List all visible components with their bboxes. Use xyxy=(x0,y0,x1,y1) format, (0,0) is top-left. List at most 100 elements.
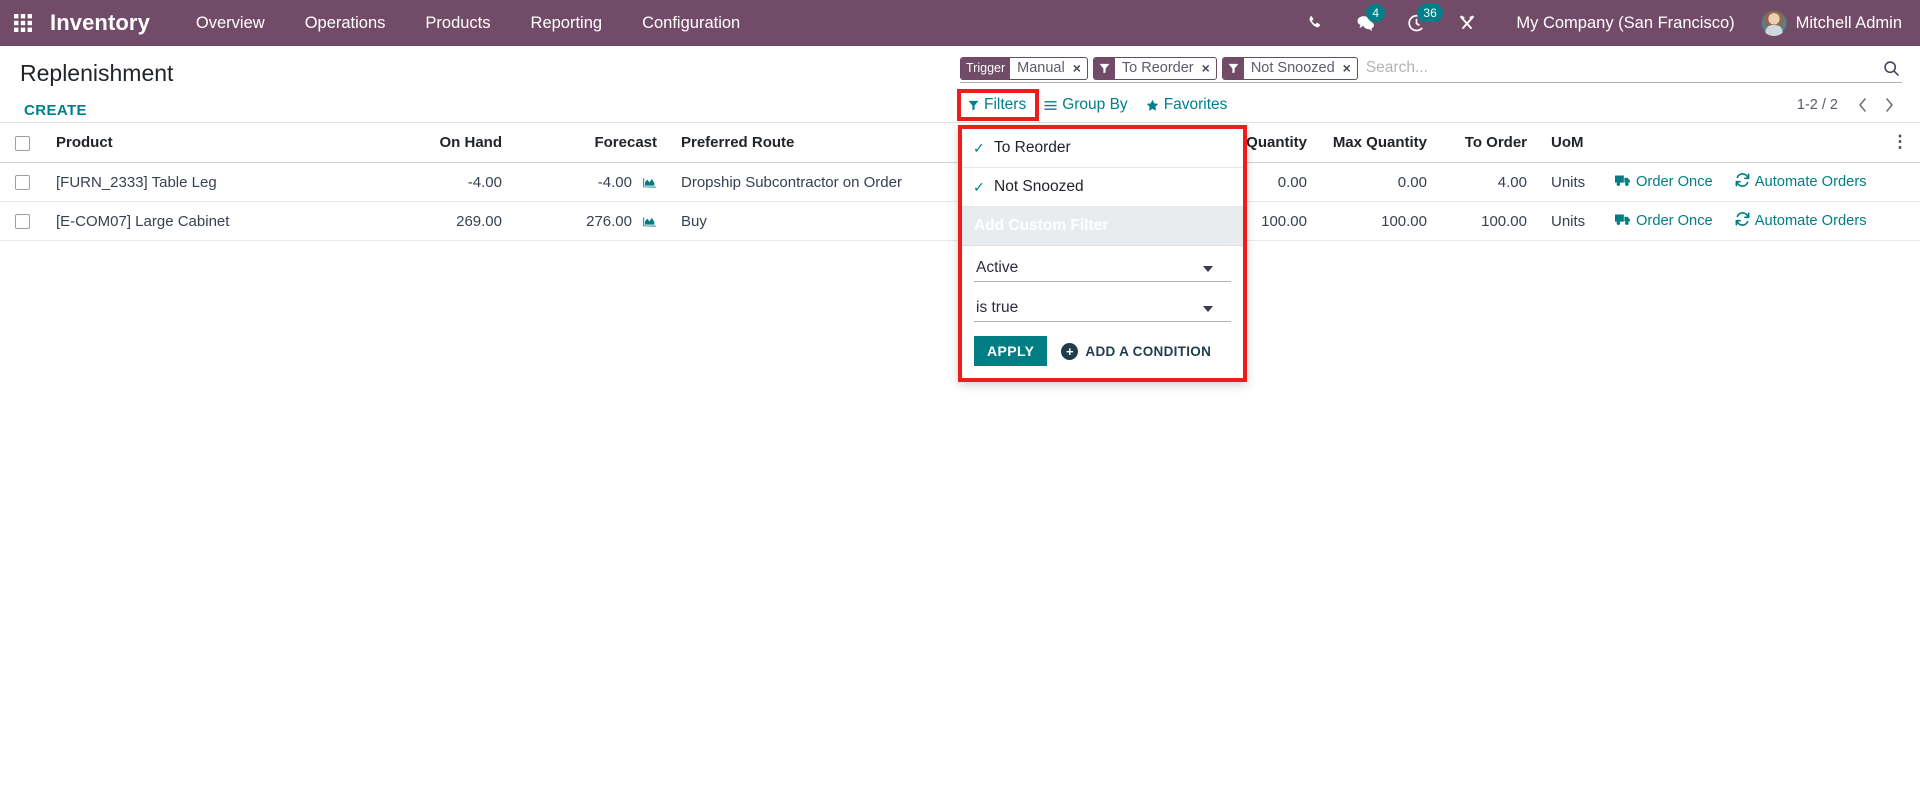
column-header-max-quantity[interactable]: Max Quantity xyxy=(1319,123,1439,164)
pager: 1-2 / 2 xyxy=(1797,96,1920,114)
row-select-cell xyxy=(0,162,44,203)
pager-value[interactable]: 1-2 / 2 xyxy=(1797,97,1848,113)
control-panel-right: Trigger Manual × To Reorder × Not Snooze… xyxy=(956,46,1920,382)
cell-product: [E-COM07] Large Cabinet xyxy=(44,201,404,242)
funnel-icon xyxy=(1222,57,1244,79)
facet-remove-to-reorder[interactable]: × xyxy=(1199,58,1216,79)
nav-item-configuration[interactable]: Configuration xyxy=(622,0,760,46)
refresh-icon xyxy=(1735,212,1750,230)
pager-next-button[interactable] xyxy=(1877,96,1902,114)
facet-trigger-manual[interactable]: Trigger Manual × xyxy=(960,56,1088,80)
filter-option-to-reorder-label: To Reorder xyxy=(994,139,1071,156)
order-once-button[interactable]: Order Once xyxy=(1615,174,1713,191)
chevron-down-icon xyxy=(1203,306,1213,312)
cell-forecast-value: 276.00 xyxy=(586,212,632,230)
cell-actions: Order Once Automate Orders xyxy=(1609,201,1880,242)
facet-value-not-snoozed: Not Snoozed xyxy=(1250,60,1335,76)
navbar-systray: 4 36 My Company (San Francisco) Mitchell… xyxy=(1291,0,1920,46)
search-facets: Trigger Manual × To Reorder × Not Snooze… xyxy=(960,56,1358,80)
custom-filter-body: Active is true APPLY + ADD A CONDITION xyxy=(962,246,1243,378)
filter-option-not-snoozed[interactable]: ✓ Not Snoozed xyxy=(962,168,1243,207)
pager-previous-button[interactable] xyxy=(1850,96,1875,114)
app-brand-inventory[interactable]: Inventory xyxy=(46,10,160,36)
custom-filter-operator-value: is true xyxy=(976,299,1019,316)
custom-filter-actions: APPLY + ADD A CONDITION xyxy=(974,336,1231,366)
activities-badge: 36 xyxy=(1417,4,1443,22)
apps-menu-icon[interactable] xyxy=(0,0,46,46)
cell-forecast-value: -4.00 xyxy=(597,173,632,191)
automate-orders-label: Automate Orders xyxy=(1754,213,1867,230)
column-header-to-order[interactable]: To Order xyxy=(1439,123,1539,164)
cell-forecast: -4.00 xyxy=(514,162,669,203)
favorites-toggle[interactable]: Favorites xyxy=(1138,92,1238,118)
user-menu[interactable]: Mitchell Admin xyxy=(1753,10,1902,36)
column-header-uom[interactable]: UoM xyxy=(1539,123,1609,164)
add-a-condition-button[interactable]: + ADD A CONDITION xyxy=(1061,342,1211,360)
phone-icon[interactable] xyxy=(1291,0,1340,46)
top-navbar: Inventory Overview Operations Products R… xyxy=(0,0,1920,46)
forecast-report-icon[interactable] xyxy=(642,214,657,228)
messages-icon[interactable]: 4 xyxy=(1340,0,1391,46)
column-header-forecast[interactable]: Forecast xyxy=(514,123,669,164)
filter-option-not-snoozed-label: Not Snoozed xyxy=(994,178,1084,195)
facet-remove-trigger[interactable]: × xyxy=(1070,58,1087,79)
add-custom-filter-header[interactable]: Add Custom Filter xyxy=(962,207,1243,246)
forecast-report-icon[interactable] xyxy=(642,175,657,189)
control-panel: Replenishment CREATE Trigger Manual × To… xyxy=(0,46,1920,382)
facet-remove-not-snoozed[interactable]: × xyxy=(1340,58,1357,79)
funnel-icon xyxy=(1093,57,1115,79)
automate-orders-label: Automate Orders xyxy=(1754,174,1867,191)
chevron-down-icon xyxy=(1203,266,1213,272)
filters-toggle[interactable]: Filters xyxy=(956,89,1040,121)
select-all-checkbox[interactable] xyxy=(14,135,30,151)
nav-item-operations[interactable]: Operations xyxy=(285,0,406,46)
cell-preferred-route: Buy xyxy=(669,201,949,242)
cell-max-quantity: 0.00 xyxy=(1319,162,1439,203)
page-title: Replenishment xyxy=(20,60,174,86)
facet-not-snoozed[interactable]: Not Snoozed × xyxy=(1221,56,1358,80)
nav-item-products[interactable]: Products xyxy=(405,0,510,46)
cell-forecast: 276.00 xyxy=(514,201,669,242)
facet-label-trigger: Trigger xyxy=(961,57,1011,79)
group-by-toggle[interactable]: Group By xyxy=(1036,92,1137,118)
company-selector[interactable]: My Company (San Francisco) xyxy=(1492,14,1752,33)
facet-value-to-reorder: To Reorder xyxy=(1121,60,1194,76)
column-header-product[interactable]: Product xyxy=(44,123,404,164)
row-checkbox[interactable] xyxy=(14,214,30,230)
apply-button[interactable]: APPLY xyxy=(974,336,1048,366)
cell-max-quantity: 100.00 xyxy=(1319,201,1439,242)
select-all-header xyxy=(0,123,44,164)
automate-orders-button[interactable]: Automate Orders xyxy=(1735,173,1867,191)
search-icon[interactable] xyxy=(1875,60,1902,77)
cell-on-hand: -4.00 xyxy=(404,162,514,203)
group-by-toggle-label: Group By xyxy=(1062,96,1128,113)
nav-item-overview[interactable]: Overview xyxy=(176,0,285,46)
debug-tools-icon[interactable] xyxy=(1442,0,1492,46)
row-options-cell xyxy=(1880,162,1920,203)
row-checkbox[interactable] xyxy=(14,175,30,191)
order-once-button[interactable]: Order Once xyxy=(1615,213,1713,230)
column-header-preferred-route[interactable]: Preferred Route xyxy=(669,123,949,164)
refresh-icon xyxy=(1735,173,1750,191)
create-button[interactable]: CREATE xyxy=(24,99,95,122)
order-once-label: Order Once xyxy=(1636,174,1713,191)
custom-filter-field-select[interactable]: Active xyxy=(974,256,1231,282)
search-dropdown-bar: Filters Group By Favorites 1-2 / 2 ✓ To … xyxy=(956,89,1920,382)
automate-orders-button[interactable]: Automate Orders xyxy=(1735,212,1867,230)
custom-filter-field-value: Active xyxy=(976,259,1019,276)
check-icon: ✓ xyxy=(973,139,985,156)
filter-option-to-reorder[interactable]: ✓ To Reorder xyxy=(962,129,1243,168)
nav-item-reporting[interactable]: Reporting xyxy=(511,0,623,46)
funnel-icon xyxy=(968,100,979,111)
activities-clock-icon[interactable]: 36 xyxy=(1391,0,1443,46)
cell-uom: Units xyxy=(1539,162,1609,203)
custom-filter-operator-select[interactable]: is true xyxy=(974,296,1231,322)
dropdown-toggles: Filters Group By Favorites xyxy=(956,89,1238,121)
facet-to-reorder[interactable]: To Reorder × xyxy=(1092,56,1217,80)
search-input[interactable] xyxy=(1357,55,1875,81)
cell-actions: Order Once Automate Orders xyxy=(1609,162,1880,203)
cell-on-hand: 269.00 xyxy=(404,201,514,242)
column-header-on-hand[interactable]: On Hand xyxy=(404,123,514,164)
column-header-actions xyxy=(1609,123,1880,164)
vertical-dots-icon[interactable]: ⋮ xyxy=(1892,133,1909,150)
